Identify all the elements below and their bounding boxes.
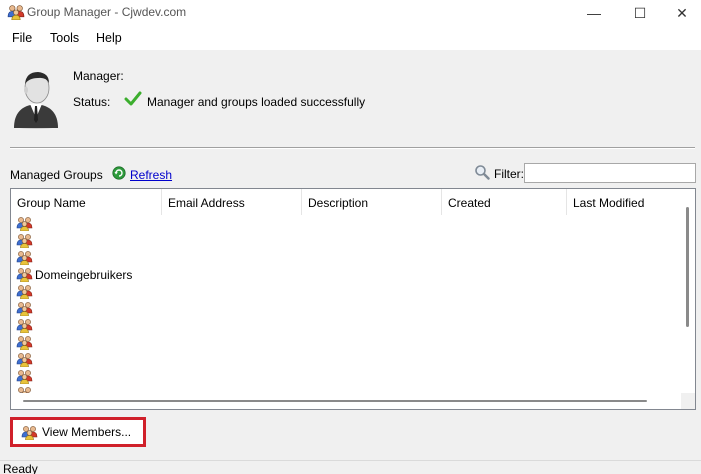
- maximize-button[interactable]: ☐: [617, 0, 663, 26]
- view-members-label: View Members...: [42, 425, 132, 439]
- table-row[interactable]: [11, 300, 681, 317]
- manager-avatar-icon: [14, 72, 58, 129]
- minimize-button[interactable]: —: [571, 0, 617, 26]
- table-row[interactable]: [11, 232, 681, 249]
- group-members-icon: [21, 425, 38, 440]
- table-row[interactable]: [11, 351, 681, 368]
- managed-groups-label: Managed Groups: [10, 168, 103, 182]
- group-icon: [16, 352, 33, 367]
- group-name: Domeingebruikers: [35, 268, 133, 282]
- column-header-description[interactable]: Description: [302, 189, 442, 215]
- table-row[interactable]: [11, 283, 681, 300]
- vertical-scroll-thumb[interactable]: [686, 207, 689, 327]
- checkmark-icon: [124, 91, 142, 106]
- list-rows: Domeingebruikers: [11, 215, 681, 402]
- horizontal-scrollbar[interactable]: [11, 393, 681, 409]
- status-bar-text: Ready: [3, 462, 38, 474]
- group-icon: [16, 233, 33, 248]
- refresh-link[interactable]: Refresh: [130, 168, 172, 182]
- column-header-created[interactable]: Created: [442, 189, 567, 215]
- view-members-button[interactable]: View Members...: [16, 423, 140, 441]
- column-header-last-modified[interactable]: Last Modified: [567, 189, 681, 215]
- table-row[interactable]: Domeingebruikers: [11, 266, 681, 283]
- menu-tools[interactable]: Tools: [50, 31, 79, 45]
- group-icon: [16, 267, 33, 282]
- menu-help[interactable]: Help: [96, 31, 122, 45]
- vertical-scrollbar[interactable]: [681, 189, 695, 393]
- group-icon: [16, 335, 33, 350]
- table-row[interactable]: [11, 334, 681, 351]
- column-header-email-address[interactable]: Email Address: [162, 189, 302, 215]
- table-row[interactable]: [11, 317, 681, 334]
- view-members-button-highlight[interactable]: View Members...: [10, 417, 146, 447]
- app-group-icon: [7, 4, 25, 20]
- filter-label: Filter:: [494, 167, 524, 181]
- magnifier-icon: [475, 165, 490, 180]
- title-bar: Group Manager - Cjwdev.com — ☐ ✕: [0, 0, 701, 26]
- close-button[interactable]: ✕: [663, 0, 701, 26]
- group-icon: [16, 250, 33, 265]
- filter-input[interactable]: [524, 163, 696, 183]
- table-row[interactable]: [11, 215, 681, 232]
- groups-list[interactable]: Group Name Email Address Description Cre…: [10, 188, 696, 410]
- menu-bar: File Tools Help: [0, 26, 701, 50]
- list-header: Group Name Email Address Description Cre…: [11, 189, 681, 215]
- separator: [10, 147, 695, 149]
- manager-label: Manager:: [73, 69, 124, 83]
- status-label: Status:: [73, 95, 111, 109]
- table-row[interactable]: [11, 368, 681, 385]
- refresh-icon[interactable]: [112, 166, 126, 180]
- status-bar: Ready: [0, 460, 701, 474]
- group-icon: [16, 318, 33, 333]
- group-icon: [16, 301, 33, 316]
- column-header-group-name[interactable]: Group Name: [11, 189, 162, 215]
- group-icon: [16, 369, 33, 384]
- group-icon: [16, 284, 33, 299]
- group-icon: [16, 216, 33, 231]
- horizontal-scroll-thumb[interactable]: [23, 400, 647, 402]
- menu-file[interactable]: File: [12, 31, 32, 45]
- table-row[interactable]: [11, 249, 681, 266]
- window-title: Group Manager - Cjwdev.com: [27, 5, 187, 19]
- scrollbar-corner: [681, 393, 695, 409]
- status-message: Manager and groups loaded successfully: [147, 95, 366, 109]
